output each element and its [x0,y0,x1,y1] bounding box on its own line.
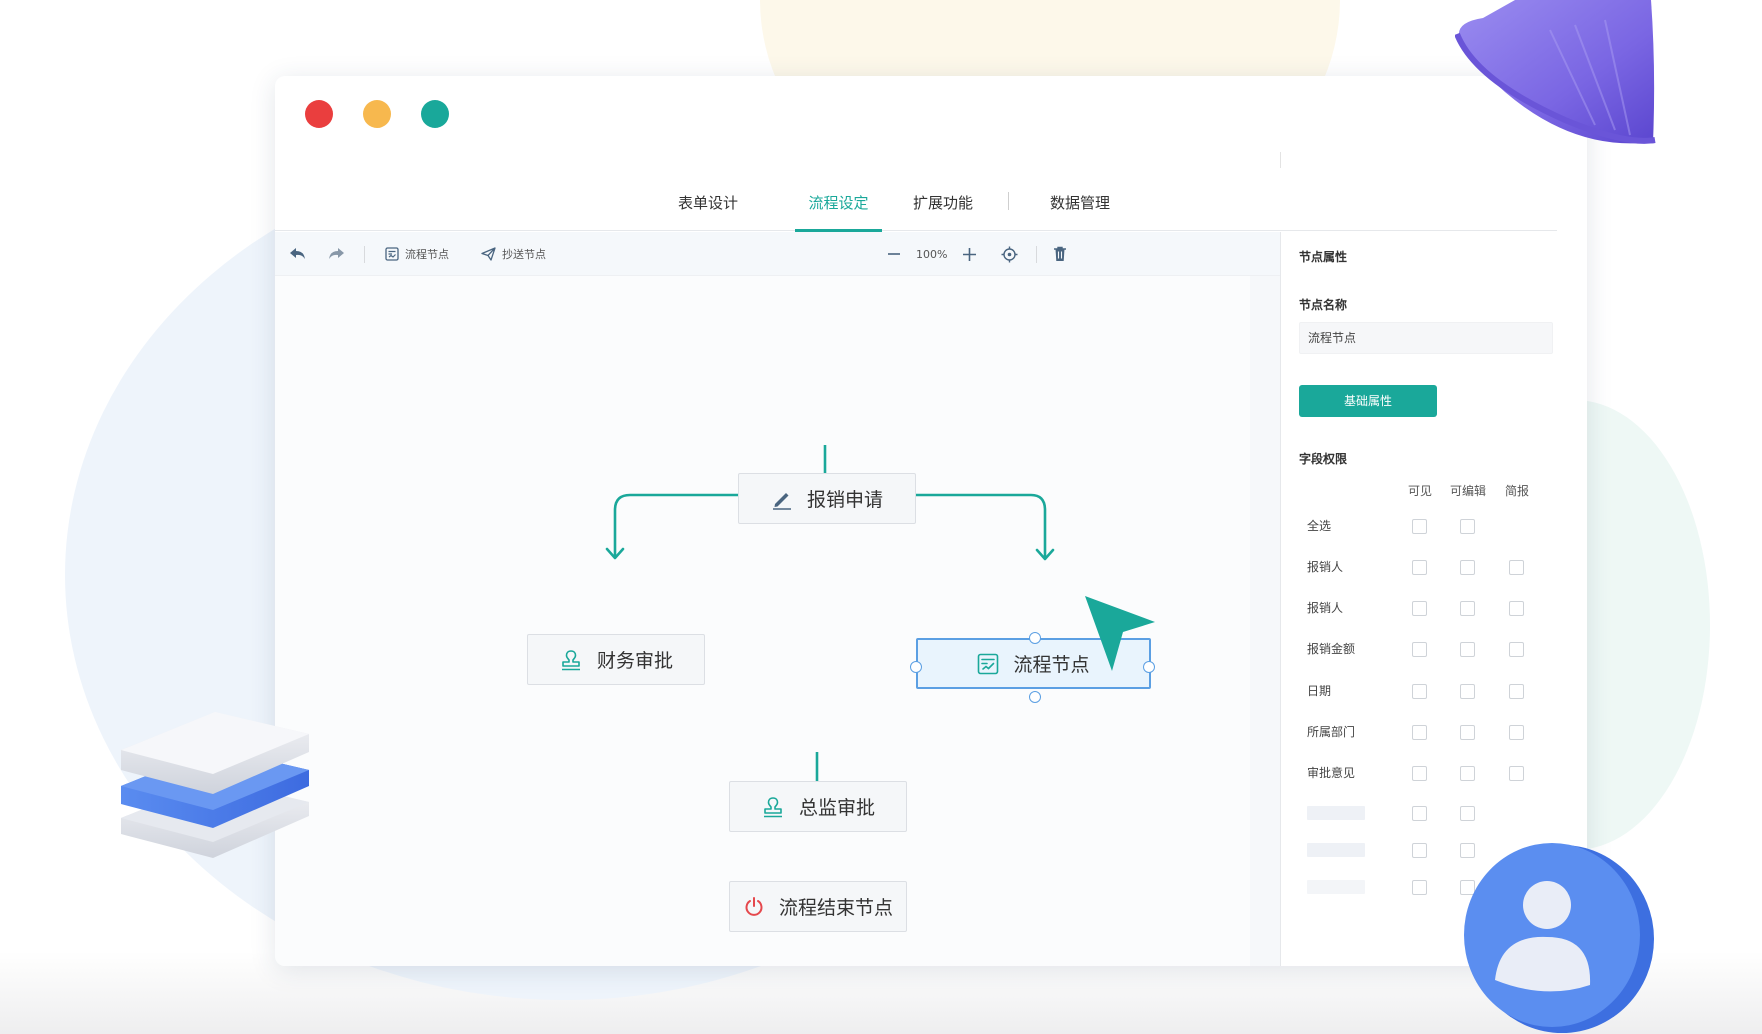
permission-row: 审批意见 [1281,763,1587,783]
user-avatar-icon [1464,843,1654,1033]
brief-checkbox[interactable] [1509,560,1524,575]
row-label: 报销人 [1307,560,1344,574]
node-finance-approval[interactable]: 财务审批 [527,634,705,685]
editable-checkbox[interactable] [1460,560,1475,575]
node-director-approval[interactable]: 总监审批 [729,781,907,832]
mouse-pointer-icon [1085,596,1155,671]
approval-stamp-icon [561,649,580,670]
node-name-label: 节点名称 [1299,298,1348,312]
node-flow-end[interactable]: 流程结束节点 [729,881,907,932]
permission-row: 日期 [1281,681,1587,701]
column-brief: 简报 [1504,484,1530,498]
permission-row-select-all: 全选 [1281,516,1587,536]
tab-data-management[interactable]: 数据管理 [1030,186,1130,231]
tab-flow-settings[interactable]: 流程设定 [795,186,882,232]
field-permissions-title: 字段权限 [1299,452,1348,466]
row-label: 日期 [1307,684,1332,698]
row-label: 审批意见 [1307,766,1356,780]
header-divider [1280,152,1281,168]
column-editable: 可编辑 [1449,484,1487,498]
decorative-layers-stack [121,712,309,858]
visible-checkbox[interactable] [1412,560,1427,575]
brief-checkbox[interactable] [1509,766,1524,781]
row-label: 报销人 [1307,601,1344,615]
column-visible: 可见 [1407,484,1433,498]
permission-row: 报销人 [1281,598,1587,618]
close-window-button[interactable] [305,100,333,128]
panel-title: 节点属性 [1299,250,1348,264]
editable-checkbox[interactable] [1460,766,1475,781]
editable-checkbox[interactable] [1460,806,1475,821]
tab-extensions[interactable]: 扩展功能 [898,186,988,231]
node-label: 总监审批 [798,797,875,819]
app-window: 表单设计 流程设定 扩展功能 数据管理 流程节点 抄送节点 100% 报销申请 … [275,76,1587,966]
row-label: 所属部门 [1307,725,1356,739]
basic-properties-button[interactable]: 基础属性 [1299,385,1437,417]
label-placeholder [1307,843,1365,857]
form-node-icon [978,653,999,674]
brief-checkbox[interactable] [1509,601,1524,616]
brief-checkbox[interactable] [1509,642,1524,657]
power-icon [745,896,763,916]
node-label: 财务审批 [596,650,673,672]
label-placeholder [1307,880,1365,894]
maximize-window-button[interactable] [421,100,449,128]
visible-checkbox[interactable] [1412,766,1427,781]
visible-checkbox[interactable] [1412,519,1427,534]
connect-handle-top[interactable] [1029,632,1041,644]
row-label: 报销金额 [1307,642,1356,656]
node-label: 流程结束节点 [778,897,893,919]
editable-checkbox[interactable] [1460,725,1475,740]
editable-checkbox[interactable] [1460,601,1475,616]
visible-checkbox[interactable] [1412,843,1427,858]
edit-pencil-icon [772,492,791,510]
permission-row-placeholder [1281,803,1587,823]
label-placeholder [1307,806,1365,820]
window-controls [305,100,449,128]
visible-checkbox[interactable] [1412,806,1427,821]
visible-checkbox[interactable] [1412,601,1427,616]
approval-stamp-icon [763,796,782,817]
visible-checkbox[interactable] [1412,684,1427,699]
editable-checkbox[interactable] [1460,642,1475,657]
brief-checkbox[interactable] [1509,725,1524,740]
node-name-input[interactable]: 流程节点 [1299,322,1553,354]
node-label: 流程节点 [1013,654,1090,676]
brief-checkbox[interactable] [1509,684,1524,699]
permission-row: 报销金额 [1281,639,1587,659]
visible-checkbox[interactable] [1412,642,1427,657]
permission-row: 所属部门 [1281,722,1587,742]
editable-checkbox[interactable] [1460,519,1475,534]
visible-checkbox[interactable] [1412,880,1427,895]
visible-checkbox[interactable] [1412,725,1427,740]
editable-checkbox[interactable] [1460,684,1475,699]
tab-divider [1008,192,1009,210]
connect-handle-bottom[interactable] [1029,691,1041,703]
minimize-window-button[interactable] [363,100,391,128]
connect-handle-left[interactable] [910,661,922,673]
node-label: 报销申请 [806,489,883,511]
row-label: 全选 [1307,519,1332,533]
main-tabs: 表单设计 流程设定 扩展功能 数据管理 [275,186,1557,232]
node-reimbursement-apply[interactable]: 报销申请 [738,473,916,524]
permission-row: 报销人 [1281,557,1587,577]
tab-form-design[interactable]: 表单设计 [658,186,758,231]
decorative-cone [1455,0,1656,144]
